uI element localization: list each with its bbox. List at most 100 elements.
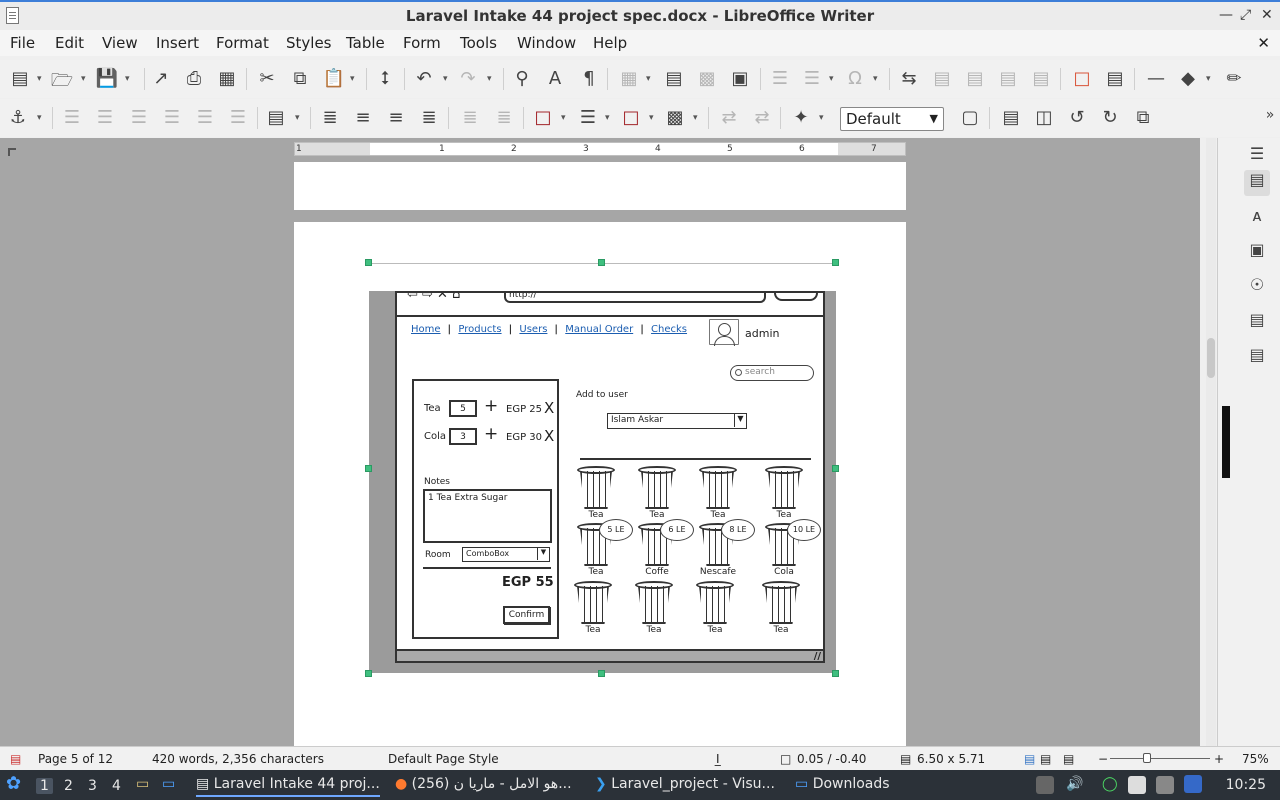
clipboard-icon[interactable] — [1128, 776, 1146, 794]
draw-icon[interactable]: ✏ — [1222, 68, 1246, 90]
insert-field-icon[interactable]: ☰ — [800, 68, 824, 90]
zoom-slider[interactable] — [1110, 758, 1210, 759]
link-frames-icon[interactable]: ⇄ — [717, 107, 741, 129]
wrap-right-icon[interactable]: ☰ — [193, 107, 217, 129]
chevron-down-icon[interactable]: ▾ — [81, 74, 89, 84]
insert-line-icon[interactable]: — — [1144, 68, 1168, 90]
formatting-marks-icon[interactable]: ¶ — [577, 68, 601, 90]
paste-icon[interactable]: 📋 — [322, 68, 346, 90]
chevron-down-icon[interactable]: ▾ — [37, 74, 45, 84]
insert-textbox-icon[interactable]: ▣ — [728, 68, 752, 90]
notification-icon[interactable] — [1184, 775, 1202, 793]
borders-icon[interactable]: □ — [531, 107, 555, 129]
hyperlink-icon[interactable]: ⇆ — [897, 68, 921, 90]
border-color-icon[interactable]: □ — [619, 107, 643, 129]
chevron-down-icon[interactable]: ▾ — [443, 74, 451, 84]
start-menu-icon[interactable]: ✿ — [6, 773, 21, 794]
volume-icon[interactable]: 🔊 — [1066, 776, 1083, 792]
show-desktop-icon[interactable]: ▭ — [162, 776, 175, 792]
print-icon[interactable]: ⎙ — [182, 68, 206, 90]
copy-icon[interactable]: ⧉ — [288, 68, 312, 90]
network-icon[interactable]: ◯ — [1102, 776, 1118, 792]
chevron-down-icon[interactable]: ▾ — [487, 74, 495, 84]
current-page[interactable]: ⇦ ⇨ ✕ ⌂ http:// Home | Products | Users | M… — [294, 222, 906, 746]
chevron-down-icon[interactable]: ▾ — [693, 113, 701, 123]
menu-form[interactable]: Form — [403, 34, 441, 52]
redo-icon[interactable]: ↷ — [456, 68, 480, 90]
export-pdf-icon[interactable]: ↗ — [149, 68, 173, 90]
frame-wrap-icon[interactable]: ▤ — [999, 107, 1023, 129]
menu-format[interactable]: Format — [216, 34, 269, 52]
resize-handle[interactable] — [832, 670, 839, 677]
footnote-icon[interactable]: ▤ — [930, 68, 954, 90]
task-vscode[interactable]: ❯ Laravel_project - Visu... — [595, 776, 775, 792]
gallery-icon[interactable]: ▣ — [1244, 240, 1270, 266]
wrap-on-icon[interactable]: ☰ — [93, 107, 117, 129]
image-frame[interactable]: ⇦ ⇨ ✕ ⌂ http:// Home | Products | Users | M… — [369, 263, 836, 673]
insert-image-icon[interactable]: ▤ — [662, 68, 686, 90]
basic-shapes-icon[interactable]: ◆ — [1176, 68, 1200, 90]
workspace-3[interactable]: 3 — [88, 778, 97, 794]
unlink-frames-icon[interactable]: ⇄ — [750, 107, 774, 129]
sidebar-menu-icon[interactable]: ☰ — [1244, 144, 1270, 170]
navigator-icon[interactable]: ☉ — [1244, 275, 1270, 301]
insert-chart-icon[interactable]: ▩ — [695, 68, 719, 90]
frame-style-select[interactable]: Default ▼ — [840, 107, 944, 131]
new-document-icon[interactable]: ▤ — [8, 68, 32, 90]
chevron-down-icon[interactable]: ▾ — [646, 74, 654, 84]
to-background-icon[interactable]: ≣ — [492, 107, 516, 129]
bring-to-front-icon[interactable]: ≣ — [318, 107, 342, 129]
book-view-icon[interactable]: ▤ — [1063, 752, 1074, 766]
chevron-down-icon[interactable]: ▾ — [649, 113, 657, 123]
zoom-out-icon[interactable]: − — [1098, 752, 1108, 766]
spelling-icon[interactable]: A — [543, 68, 567, 90]
wrap-ideal-icon[interactable]: ☰ — [127, 107, 151, 129]
file-manager-icon[interactable]: ▭ — [136, 776, 149, 792]
page-style[interactable]: Default Page Style — [388, 752, 499, 766]
track-changes-icon[interactable]: ▤ — [1103, 68, 1127, 90]
document-modified-icon[interactable]: ▤ — [10, 752, 21, 766]
chevron-down-icon[interactable]: ▾ — [37, 113, 45, 123]
insert-table-icon[interactable]: ▦ — [617, 68, 641, 90]
wrap-off-icon[interactable]: ☰ — [60, 107, 84, 129]
task-writer[interactable]: ▤ Laravel Intake 44 proj... — [196, 776, 380, 797]
page-icon[interactable]: ▤ — [1244, 310, 1270, 336]
zoom-in-icon[interactable]: + — [1214, 752, 1224, 766]
resize-handle[interactable] — [832, 259, 839, 266]
resize-handle[interactable] — [598, 670, 605, 677]
copy-frame-icon[interactable]: ⧉ — [1131, 107, 1155, 129]
word-count[interactable]: 420 words, 2,356 characters — [152, 752, 324, 766]
menu-help[interactable]: Help — [593, 34, 627, 52]
display-icon[interactable] — [1156, 776, 1174, 794]
close-window-icon[interactable]: ✕ — [1261, 7, 1273, 23]
workspace-4[interactable]: 4 — [112, 778, 121, 794]
zoom-slider-knob[interactable] — [1143, 753, 1151, 763]
print-preview-icon[interactable]: ▦ — [215, 68, 239, 90]
flip-horizontal-icon[interactable]: ◫ — [1032, 107, 1056, 129]
task-firefox[interactable]: ● (256) هو الامل - ماريا ن... — [395, 776, 572, 792]
chevron-down-icon[interactable]: ▾ — [819, 113, 827, 123]
special-character-icon[interactable]: Ω — [843, 68, 867, 90]
background-color-icon[interactable]: ▩ — [663, 107, 687, 129]
chevron-down-icon[interactable]: ▾ — [125, 74, 133, 84]
anchor-icon[interactable]: ⚓ — [6, 107, 30, 129]
vertical-scrollbar[interactable] — [1206, 138, 1216, 746]
resize-handle[interactable] — [832, 465, 839, 472]
menu-tools[interactable]: Tools — [460, 34, 497, 52]
endnote-icon[interactable]: ▤ — [963, 68, 987, 90]
expand-toolbar-icon[interactable]: » — [1258, 107, 1280, 129]
chevron-down-icon[interactable]: ▾ — [1206, 74, 1214, 84]
menu-view[interactable]: View — [102, 34, 138, 52]
workspace-2[interactable]: 2 — [64, 778, 73, 794]
manage-changes-icon[interactable]: ▤ — [1244, 345, 1270, 371]
menu-edit[interactable]: Edit — [55, 34, 84, 52]
multi-page-view-icon[interactable]: ▤ — [1040, 752, 1051, 766]
open-folder-icon[interactable]: 🗁 — [50, 68, 74, 91]
chevron-down-icon[interactable]: ▾ — [605, 113, 613, 123]
minimize-icon[interactable]: — — [1219, 7, 1233, 23]
send-to-back-icon[interactable]: ≣ — [417, 107, 441, 129]
mockup-image[interactable]: ⇦ ⇨ ✕ ⌂ http:// Home | Products | Users | M… — [369, 291, 836, 673]
rotate-right-icon[interactable]: ↻ — [1098, 107, 1122, 129]
resize-handle[interactable] — [365, 259, 372, 266]
bookmark-icon[interactable]: ▤ — [996, 68, 1020, 90]
